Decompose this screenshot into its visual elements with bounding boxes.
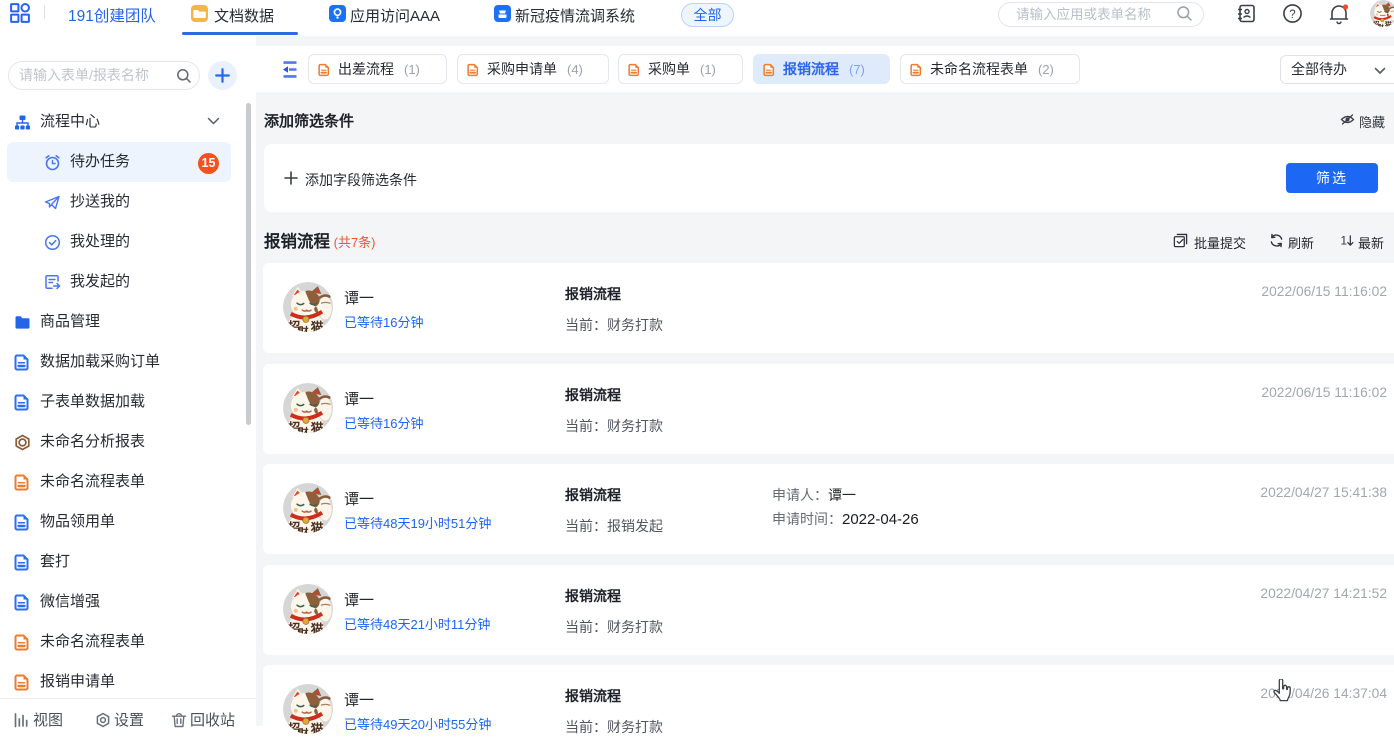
- svg-text:1: 1: [1340, 235, 1347, 248]
- svg-text:?: ?: [1289, 9, 1295, 21]
